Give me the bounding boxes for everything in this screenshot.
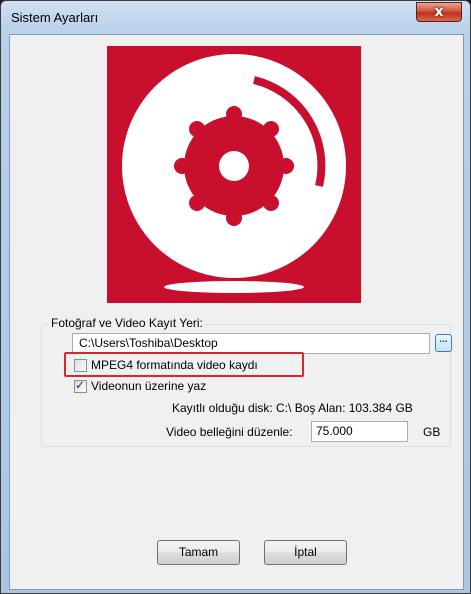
memory-unit: GB xyxy=(423,425,441,439)
storage-group-label: Fotoğraf ve Video Kayıt Yeri: xyxy=(49,316,205,330)
title-bar[interactable]: Sistem Ayarları x xyxy=(1,1,470,34)
disk-info: Kayıtlı olduğu disk: C:\ Boş Alan: 103.3… xyxy=(172,401,413,415)
close-button[interactable]: x xyxy=(416,2,462,22)
overwrite-checkbox[interactable] xyxy=(74,378,87,393)
settings-window: Sistem Ayarları x Fotoğraf ve Video Kayı… xyxy=(0,0,471,594)
memory-label: Video belleğini düzenle: xyxy=(166,425,293,439)
app-logo xyxy=(107,46,361,303)
cancel-button[interactable]: İptal xyxy=(264,540,347,565)
save-path-input[interactable]: C:\Users\Toshiba\Desktop xyxy=(72,333,430,354)
ellipsis-icon: ... xyxy=(439,334,448,345)
overwrite-label: Videonun üzerine yaz xyxy=(91,379,207,393)
browse-button[interactable]: ... xyxy=(435,334,452,352)
camera-reel-icon xyxy=(122,54,346,293)
window-title: Sistem Ayarları xyxy=(11,10,99,25)
memory-size-input[interactable]: 75.000 xyxy=(311,421,408,442)
ok-button[interactable]: Tamam xyxy=(157,540,240,565)
dialog-body: Fotoğraf ve Video Kayıt Yeri: C:\Users\T… xyxy=(9,34,464,590)
close-icon: x xyxy=(434,4,444,20)
annotation-highlight xyxy=(64,352,304,377)
overwrite-option[interactable]: Videonun üzerine yaz xyxy=(74,378,206,394)
